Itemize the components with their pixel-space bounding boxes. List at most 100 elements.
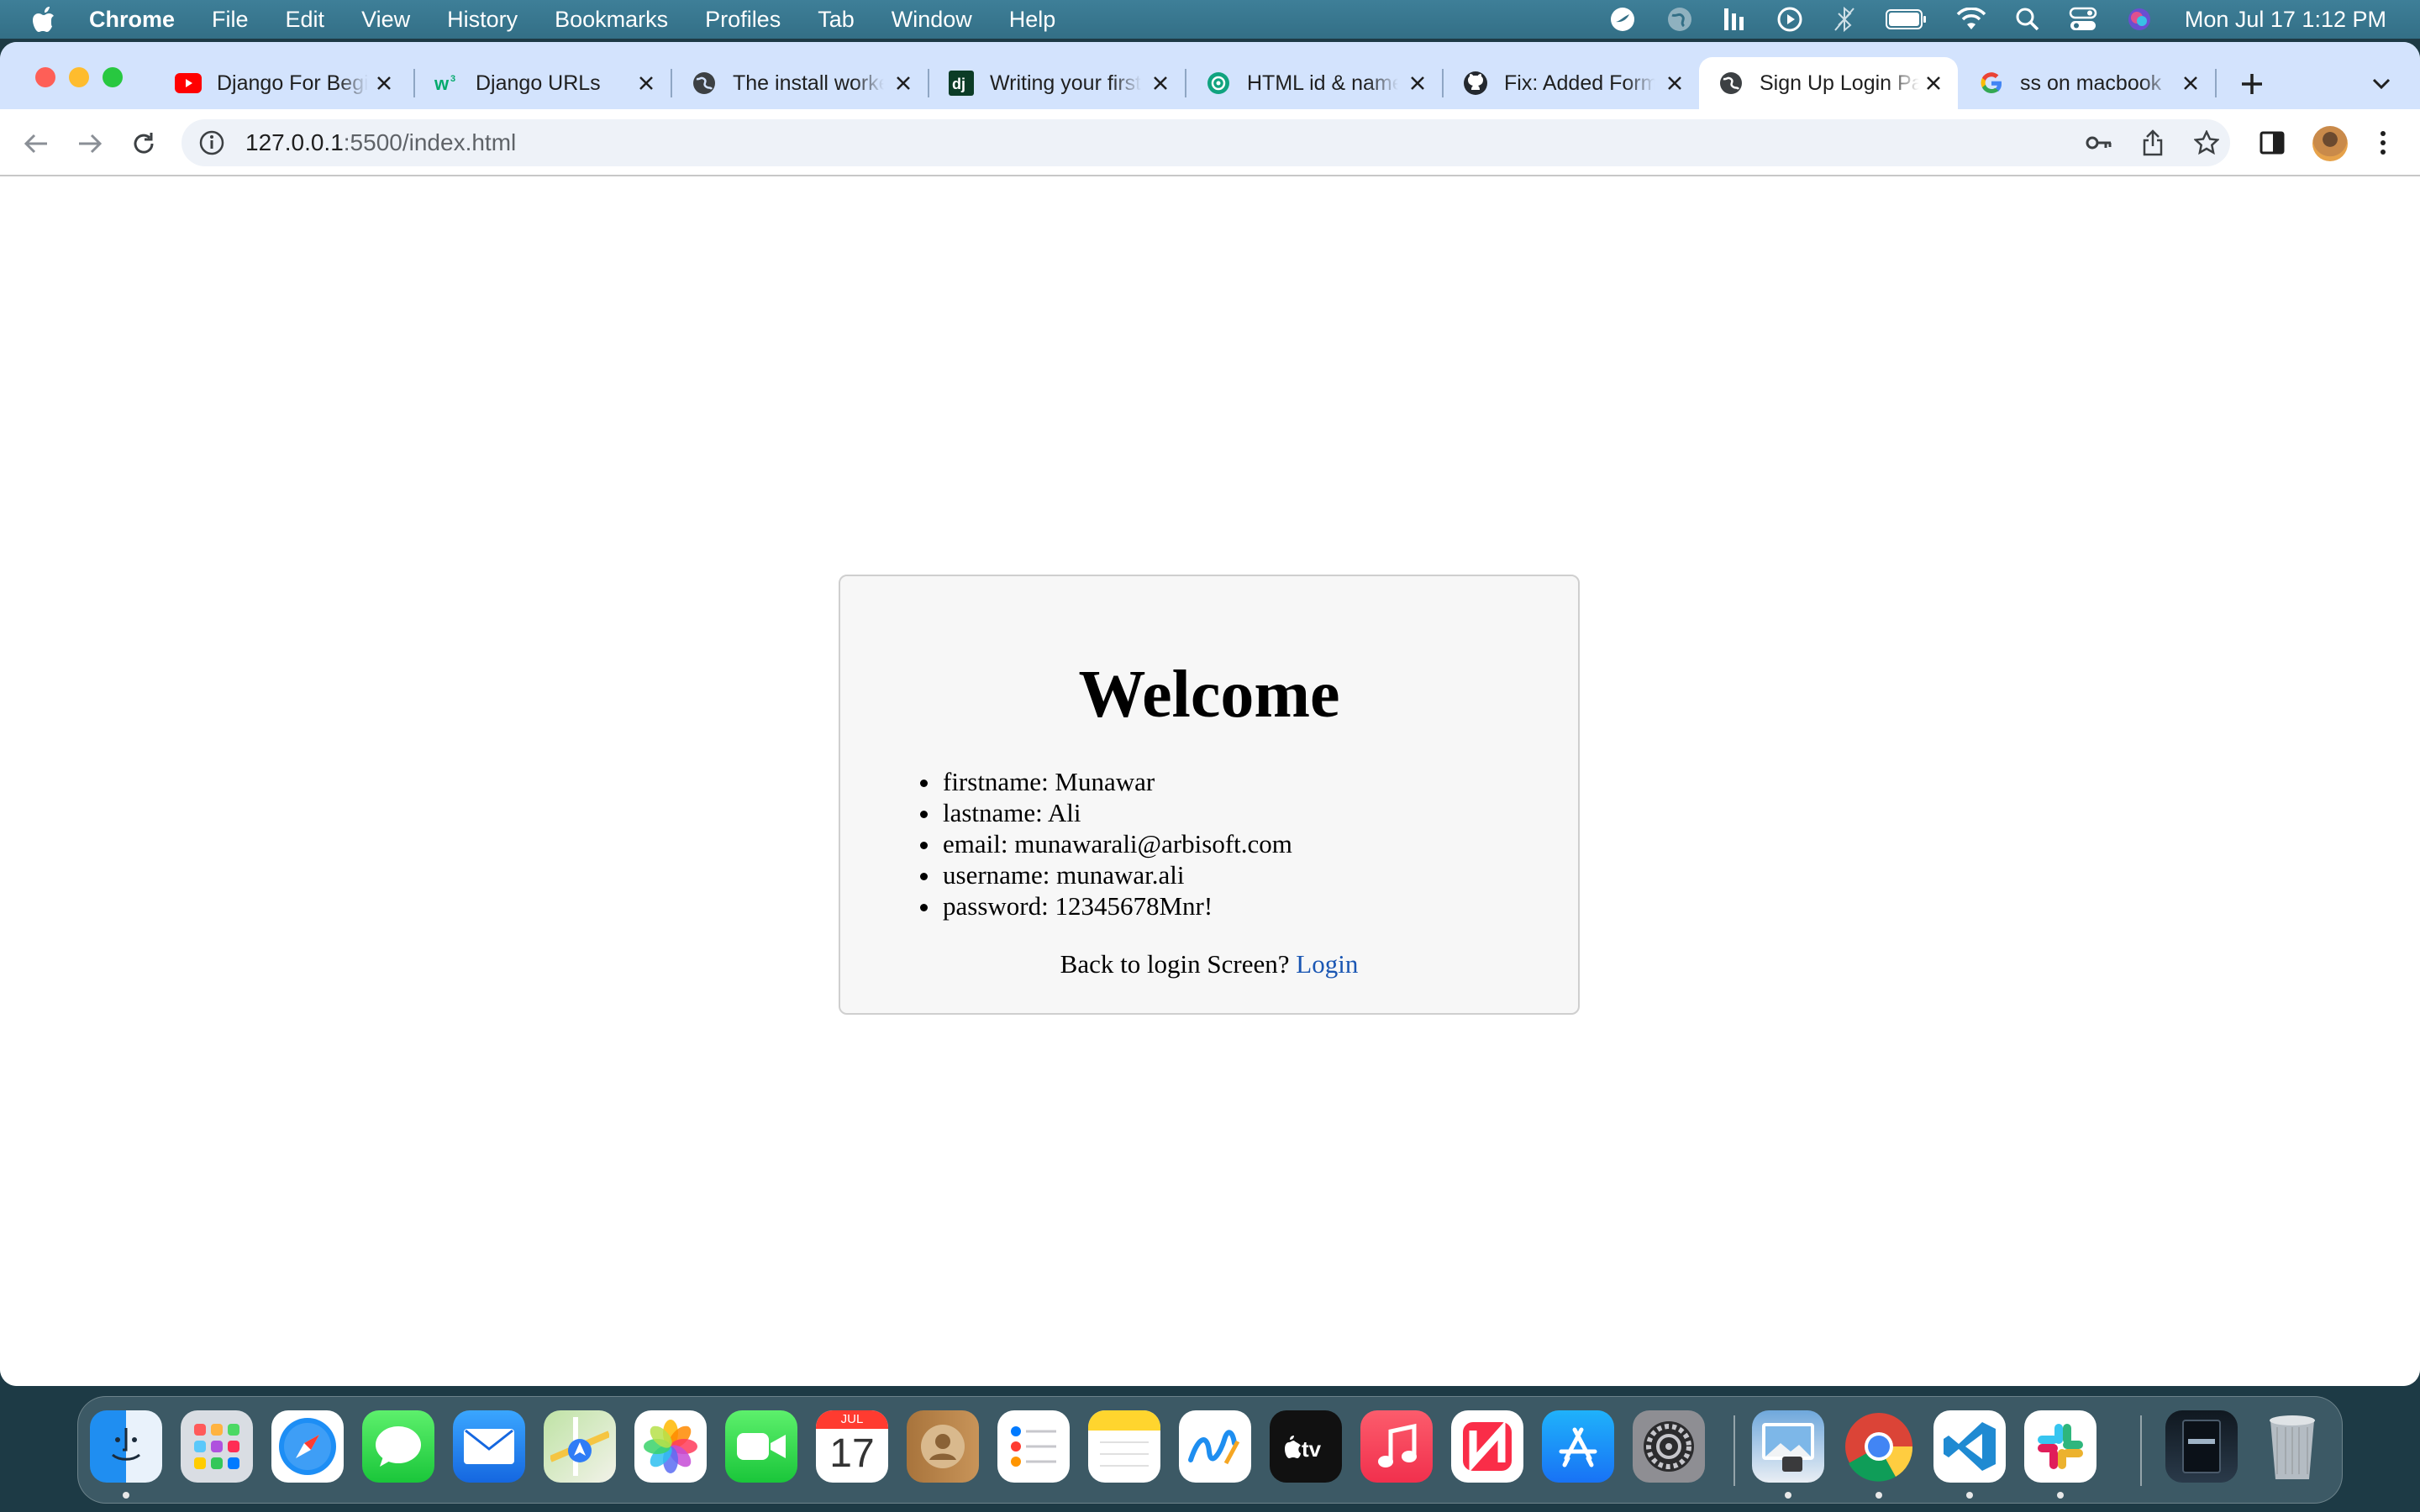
close-tab-icon[interactable] [1405,71,1430,96]
wifi-icon[interactable] [1956,8,1986,31]
contacts-icon[interactable] [907,1410,979,1483]
chrome-icon[interactable] [1843,1410,1915,1483]
site-info-icon[interactable] [198,129,225,156]
detail-lastname: lastname: Ali [941,797,1292,828]
window-controls [35,67,136,87]
facetime-icon[interactable] [725,1410,797,1483]
tab-ss-on-macbook[interactable]: ss on macbook [1960,57,2215,109]
address-bar[interactable]: 127.0.0.1:5500/index.html [182,119,2230,166]
tab-django-urls[interactable]: w3 Django URLs [415,57,671,109]
close-tab-icon[interactable] [634,71,659,96]
login-link[interactable]: Login [1296,949,1358,979]
menu-bookmarks[interactable]: Bookmarks [555,7,668,33]
tab-title: Django For Beginners [217,71,368,95]
menu-clock[interactable]: Mon Jul 17 1:12 PM [2185,7,2386,33]
close-tab-icon[interactable] [2178,71,2203,96]
close-tab-icon[interactable] [1148,71,1173,96]
menu-view[interactable]: View [361,7,410,33]
preview-icon[interactable] [1752,1410,1824,1483]
menu-file[interactable]: File [212,7,249,33]
apple-tv-icon[interactable]: tv [1270,1410,1342,1483]
menu-history[interactable]: History [447,7,518,33]
tab-sign-up-login-page[interactable]: Sign Up Login Page [1699,57,1958,109]
back-arrow-icon[interactable] [18,126,54,161]
menu-bar: Chrome File Edit View History Bookmarks … [0,0,2420,39]
close-window-button[interactable] [35,67,55,87]
menu-tab[interactable]: Tab [818,7,855,33]
photos-icon[interactable] [634,1410,707,1483]
tab-html-id-name[interactable]: HTML id & name [1186,57,1442,109]
zoom-window-button[interactable] [103,67,123,87]
tab-title: Django URLs [476,71,601,95]
play-circle-icon[interactable] [1776,6,1803,33]
globe-icon [691,70,718,97]
tab-divider [2215,69,2217,97]
detail-username: username: munawar.ali [941,859,1292,890]
menu-edit[interactable]: Edit [286,7,325,33]
system-settings-icon[interactable] [1633,1410,1705,1483]
tab-search-chevron-down-icon[interactable] [2368,71,2395,97]
notes-header-strip [1088,1410,1160,1431]
sync-status-icon[interactable] [1608,5,1637,34]
tab-title: Writing your first Django app [990,71,1141,95]
close-tab-icon[interactable] [891,71,916,96]
clean-app-icon[interactable] [2165,1410,2238,1483]
minimize-window-button[interactable] [69,67,89,87]
mail-icon[interactable] [453,1410,525,1483]
music-icon[interactable] [1360,1410,1433,1483]
siri-icon[interactable] [2126,6,2153,33]
control-center-icon[interactable] [2069,7,2097,32]
page-viewport: Welcome firstname: Munawar lastname: Ali… [0,176,2420,1386]
share-icon[interactable] [2139,129,2166,156]
detail-email: email: munawarali@arbisoft.com [941,828,1292,859]
news-icon[interactable] [1451,1410,1523,1483]
menu-window[interactable]: Window [892,7,972,33]
spotlight-search-icon[interactable] [2015,7,2040,32]
new-tab-plus-icon[interactable] [2235,67,2269,101]
running-indicator [2057,1492,2064,1499]
tab-title: HTML id & name [1247,71,1398,95]
welcome-heading: Welcome [1078,658,1340,732]
reminders-icon[interactable] [997,1410,1070,1483]
side-panel-icon[interactable] [2257,128,2287,158]
tab-fix-added-form[interactable]: Fix: Added Form [1444,57,1699,109]
back-to-login: Back to login Screen? Login [840,949,1578,979]
messages-icon[interactable] [362,1410,434,1483]
tab-title: Fix: Added Form [1504,71,1655,95]
menu-profiles[interactable]: Profiles [705,7,781,33]
reload-icon[interactable] [126,126,161,161]
close-tab-icon[interactable] [1662,71,1687,96]
profile-avatar[interactable] [2312,126,2348,161]
trash-icon[interactable] [2256,1410,2328,1483]
tab-title: The install worked [733,71,884,95]
close-tab-icon[interactable] [1921,71,1946,96]
apple-icon[interactable] [32,6,55,33]
app-store-icon[interactable] [1542,1410,1614,1483]
menu-app-name[interactable]: Chrome [89,7,175,33]
safari-icon[interactable] [271,1410,344,1483]
tab-writing-first-django-app[interactable]: dj Writing your first Django app [929,57,1185,109]
svg-text:dj: dj [952,76,965,92]
url-text[interactable]: 127.0.0.1:5500/index.html [245,129,516,156]
vscode-icon[interactable] [1933,1410,2006,1483]
vpn-globe-icon[interactable] [1665,5,1694,34]
password-key-icon[interactable] [2086,129,2112,156]
bookmark-star-icon[interactable] [2193,129,2220,156]
notes-icon[interactable] [1088,1410,1160,1483]
finder-icon[interactable] [90,1410,162,1483]
calendar-icon[interactable]: JUL 17 [816,1410,888,1483]
tab-install-worked[interactable]: The install worked [672,57,928,109]
launchpad-icon[interactable] [181,1410,253,1483]
maps-icon[interactable] [544,1410,616,1483]
battery-icon[interactable] [1885,8,1928,30]
tab-django-for-beginners[interactable]: Django For Beginners [156,57,408,109]
running-indicator [1966,1492,1973,1499]
close-tab-icon[interactable] [371,71,397,96]
menu-help[interactable]: Help [1009,7,1056,33]
freeform-icon[interactable] [1179,1410,1251,1483]
kebab-menu-icon[interactable] [2368,128,2398,158]
bluetooth-off-icon[interactable] [1832,5,1857,34]
audio-bars-icon[interactable] [1723,5,1748,34]
forward-arrow-icon[interactable] [72,126,108,161]
slack-icon[interactable] [2024,1410,2096,1483]
